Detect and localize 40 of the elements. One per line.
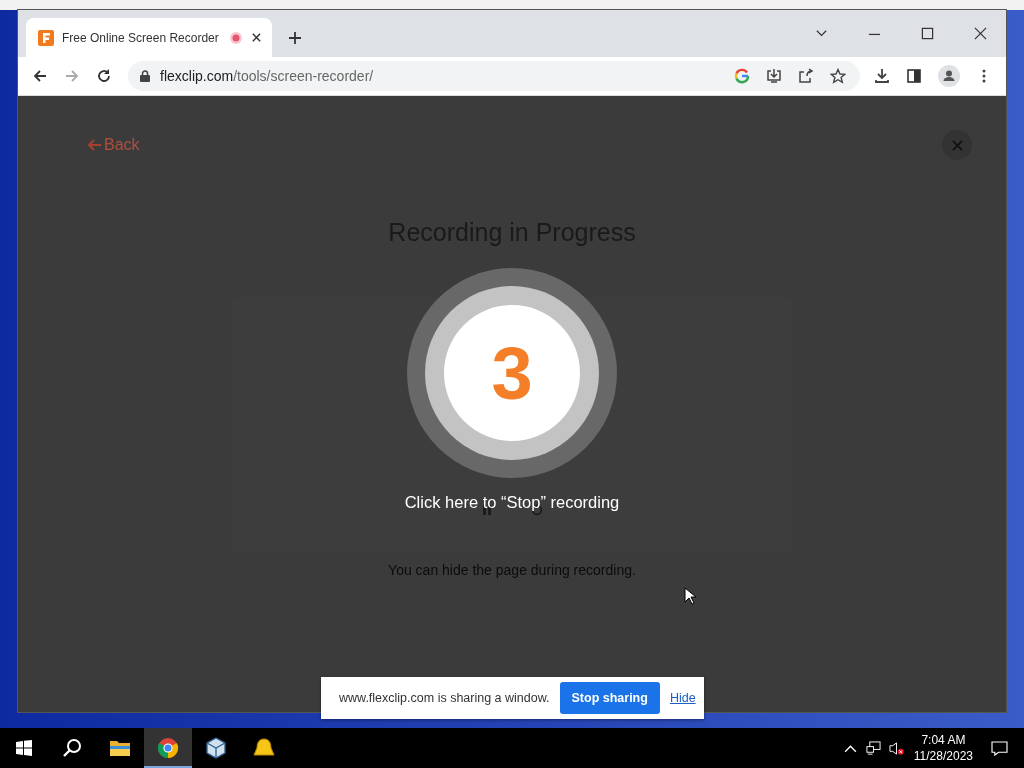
new-tab-icon[interactable] bbox=[288, 31, 302, 45]
network-icon[interactable] bbox=[865, 740, 881, 756]
stop-recording-button[interactable]: Click here to “Stop” recording bbox=[404, 493, 620, 512]
bell-icon bbox=[253, 737, 275, 759]
notifications-icon[interactable] bbox=[991, 740, 1008, 756]
windows-start-icon[interactable] bbox=[16, 740, 32, 756]
address-bar[interactable]: flexclip.com/tools/screen-recorder/ bbox=[128, 61, 860, 91]
close-tab-icon[interactable] bbox=[251, 32, 262, 43]
share-icon[interactable] bbox=[798, 68, 814, 84]
cube-icon bbox=[205, 737, 227, 759]
star-icon[interactable] bbox=[830, 68, 846, 84]
reload-icon[interactable] bbox=[96, 68, 112, 84]
profile-icon[interactable] bbox=[938, 65, 960, 87]
maximize-icon[interactable] bbox=[921, 27, 934, 40]
sharing-message: www.flexclip.com is sharing a window. bbox=[339, 691, 550, 705]
back-arrow-icon[interactable] bbox=[32, 68, 48, 84]
stop-sharing-button[interactable]: Stop sharing bbox=[559, 682, 660, 714]
search-icon[interactable] bbox=[62, 738, 82, 758]
chrome-icon bbox=[157, 737, 179, 759]
countdown-number: 3 bbox=[491, 330, 533, 416]
app-logo-icon bbox=[38, 29, 54, 46]
clock[interactable]: 7:04 AM 11/28/2023 bbox=[913, 732, 973, 764]
clock-date: 11/28/2023 bbox=[913, 748, 973, 764]
install-icon[interactable] bbox=[766, 68, 782, 84]
side-panel-icon[interactable] bbox=[906, 68, 922, 84]
mouse-cursor-icon bbox=[684, 587, 696, 605]
download-icon[interactable] bbox=[874, 68, 890, 84]
close-icon[interactable] bbox=[974, 27, 987, 40]
browser-tab[interactable]: Free Online Screen Recorder bbox=[26, 18, 272, 57]
hide-link[interactable]: Hide bbox=[669, 691, 696, 705]
lock-icon bbox=[140, 70, 150, 82]
tab-title: Free Online Screen Recorder bbox=[62, 30, 220, 45]
muted-speaker-icon[interactable] bbox=[888, 740, 904, 756]
taskbar-app[interactable] bbox=[144, 728, 192, 768]
back-label: Back bbox=[104, 136, 140, 154]
close-icon bbox=[951, 139, 963, 151]
clock-time: 7:04 AM bbox=[921, 732, 966, 748]
back-arrow-icon bbox=[86, 137, 102, 153]
google-icon[interactable] bbox=[734, 68, 750, 84]
url-text: flexclip.com/tools/screen-recorder/ bbox=[160, 68, 374, 84]
